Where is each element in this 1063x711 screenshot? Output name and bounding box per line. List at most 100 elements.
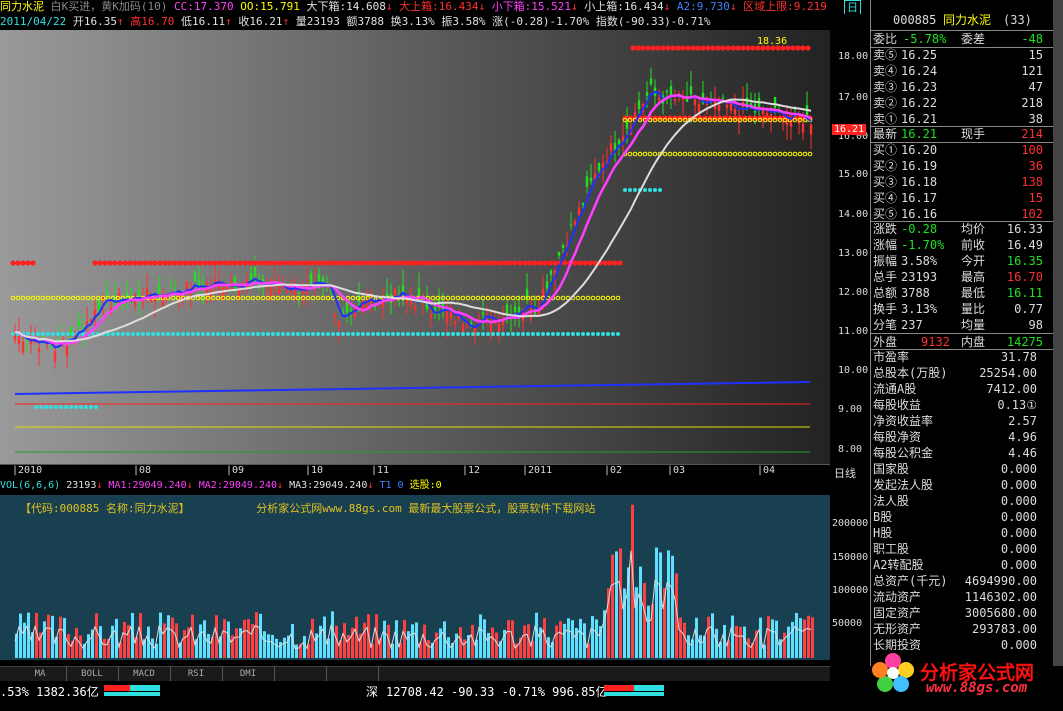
order-label: 卖③ xyxy=(873,80,898,94)
buy-row: 买③ 16.18 138 xyxy=(871,174,1051,190)
finance-label: 流通A股 xyxy=(873,382,917,396)
signal-dot xyxy=(572,260,578,266)
signal-dot xyxy=(715,45,721,51)
candle-body xyxy=(297,292,301,294)
signal-dot xyxy=(301,332,305,336)
signal-dot xyxy=(282,260,288,266)
signal-dot xyxy=(107,260,113,266)
order-price: 16.18 xyxy=(901,175,938,189)
signal-dot xyxy=(141,332,145,336)
volume-tick: 100000 xyxy=(832,585,869,596)
signal-dot xyxy=(447,260,453,266)
signal-dot xyxy=(326,332,330,336)
tab-ma[interactable]: MA xyxy=(14,667,67,681)
signal-dot xyxy=(74,405,78,409)
signal-dot xyxy=(482,260,488,266)
finance-value: 293783.00 xyxy=(971,622,1037,636)
price-tick: 13.00 xyxy=(838,248,869,259)
signal-dot xyxy=(431,332,435,336)
candle-body xyxy=(429,314,433,319)
candle-body xyxy=(157,285,161,293)
buy-row: 买① 16.20 100 xyxy=(871,142,1051,158)
volume-bar xyxy=(731,615,734,658)
signal-dot xyxy=(66,332,70,336)
finance-label: 总股本(万股) xyxy=(873,366,948,380)
signal-dot xyxy=(242,260,248,266)
signal-dot xyxy=(232,260,238,266)
signal-dot xyxy=(532,260,538,266)
stat-label: 总手 xyxy=(873,270,898,284)
price-tick: 14.00 xyxy=(838,209,869,220)
signal-dot xyxy=(582,260,588,266)
volume-bar xyxy=(343,623,346,658)
price-tick: 11.00 xyxy=(838,326,869,337)
candle-body xyxy=(289,291,293,293)
indicator-small-down: 小下箱:15.521 xyxy=(491,0,572,13)
inner-label: 内盘 xyxy=(961,335,986,349)
finance-row: B股 0.000 xyxy=(871,509,1041,525)
signal-dot xyxy=(266,332,270,336)
signal-dot xyxy=(307,260,313,266)
stat-row: 涨幅 -1.70% 前收 16.49 xyxy=(871,237,1051,253)
tab-boll[interactable]: BOLL xyxy=(66,667,119,681)
volume-tick: 50000 xyxy=(832,618,863,629)
signal-dot xyxy=(207,260,213,266)
signal-dot xyxy=(71,332,75,336)
candle-body xyxy=(589,177,593,182)
signal-dot xyxy=(392,260,398,266)
stat-value: 3.13% xyxy=(901,302,938,316)
signal-dot xyxy=(92,260,98,266)
period-icon[interactable]: 日 xyxy=(844,0,861,14)
volume-bar xyxy=(795,612,798,658)
signal-dot xyxy=(581,332,585,336)
candle-body xyxy=(773,96,777,108)
tab-blank[interactable] xyxy=(274,667,327,681)
signal-dot xyxy=(352,260,358,266)
finance-row: 长期投资 0.000 xyxy=(871,637,1041,653)
volume-bar xyxy=(739,626,742,658)
signal-dot xyxy=(142,260,148,266)
candle-body xyxy=(617,139,621,145)
vertical-scrollbar[interactable] xyxy=(1053,0,1063,666)
tab-macd[interactable]: MACD xyxy=(118,667,171,681)
volume-bar xyxy=(271,634,274,658)
cur-label: 现手 xyxy=(961,127,986,141)
finance-value: 1146302.00 xyxy=(964,590,1037,604)
volume-bar xyxy=(667,550,670,658)
signal-dot xyxy=(112,260,118,266)
candle-body xyxy=(57,338,61,341)
stat-value-2: 16.70 xyxy=(1006,270,1043,284)
finance-row: 无形资产 293783.00 xyxy=(871,621,1041,637)
bar-amplitude: 振3.58% xyxy=(441,15,486,28)
candle-body xyxy=(401,285,405,292)
signal-dot xyxy=(492,260,498,266)
finance-row: 国家股 0.000 xyxy=(871,461,1041,477)
tab-rsi[interactable]: RSI xyxy=(170,667,223,681)
signal-dot xyxy=(361,332,365,336)
candle-body xyxy=(141,301,145,303)
signal-dot xyxy=(670,45,676,51)
signal-dot xyxy=(623,188,627,192)
price-chart[interactable]: 18.36 xyxy=(0,30,830,464)
signal-dot xyxy=(653,188,657,192)
signal-dot xyxy=(402,260,408,266)
candle-body xyxy=(801,123,805,133)
candle-body xyxy=(193,272,197,282)
volume-bar xyxy=(59,616,62,658)
sell-row: 卖④ 16.24 121 xyxy=(871,63,1051,79)
signal-dot xyxy=(427,260,433,266)
bar-date: 2011/04/22 xyxy=(0,15,67,28)
volume-bar xyxy=(507,620,510,658)
signal-dot xyxy=(531,332,535,336)
signal-dot xyxy=(462,260,468,266)
tab-dmi[interactable]: DMI xyxy=(222,667,275,681)
tab-blank[interactable] xyxy=(326,667,379,681)
buy-row: 买② 16.19 36 xyxy=(871,158,1051,174)
price-tick: 10.00 xyxy=(838,365,869,376)
signal-dot xyxy=(511,332,515,336)
signal-dot xyxy=(127,260,133,266)
signal-dot xyxy=(576,332,580,336)
price-tick: 18.00 xyxy=(838,51,869,62)
bar-low: 低16.11 xyxy=(180,15,226,28)
signal-dot xyxy=(546,332,550,336)
